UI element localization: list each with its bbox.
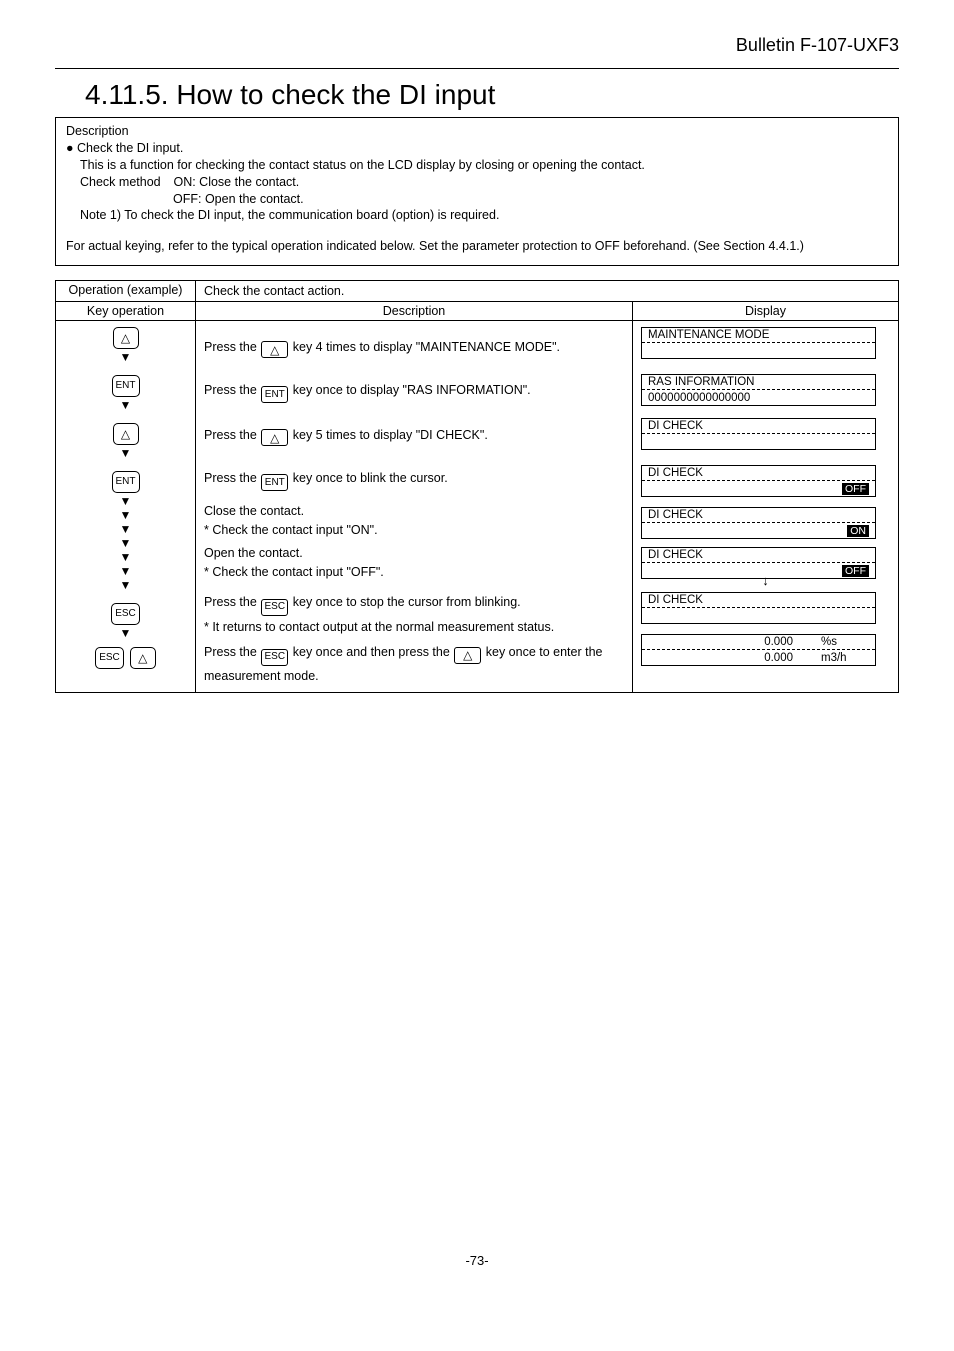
up-key-icon: [113, 327, 139, 349]
ent-key-icon: ENT: [112, 375, 140, 397]
down-caret-icon: ▼: [120, 351, 132, 363]
ops-header-example: Operation (example): [56, 281, 196, 301]
lcd-off-badge: OFF: [842, 483, 869, 496]
up-key-inline-icon: [261, 429, 288, 446]
description-bullet: ● Check the DI input.: [66, 140, 888, 157]
down-caret-icon: ▼: [120, 565, 132, 577]
description-line: This is a function for checking the cont…: [66, 157, 888, 174]
ops-header-keyop: Key operation: [56, 302, 196, 320]
check-method-off: OFF: Open the contact.: [66, 191, 888, 208]
esc-key-icon: ESC: [111, 603, 140, 625]
check-method-on-text: ON: Close the contact.: [173, 175, 299, 189]
esc-key-icon: ESC: [95, 647, 124, 669]
lcd-di-check-on: DI CHECK ON: [641, 507, 876, 539]
lcd-di-check-off: DI CHECK OFF: [641, 547, 876, 579]
display-column: MAINTENANCE MODE RAS INFORMATION 0000000…: [633, 321, 898, 692]
step-8-desc: Press the ESC key once and then press th…: [204, 642, 624, 686]
lcd-ras-information: RAS INFORMATION 0000000000000000: [641, 374, 876, 406]
ops-header-row-1: Operation (example) Check the contact ac…: [56, 281, 898, 302]
page-number: -73-: [55, 1253, 899, 1268]
up-key-inline-icon: [261, 341, 288, 358]
key-operation-column: ▼ ENT ▼ ▼ ENT ▼ ▼ ▼ ▼ ▼ ▼ ▼ ESC ▼: [56, 321, 196, 692]
ops-header-display: Display: [633, 302, 898, 320]
down-caret-icon: ▼: [120, 509, 132, 521]
step-4-desc: Press the ENT key once to blink the curs…: [204, 459, 624, 503]
lcd-on-badge: ON: [847, 525, 869, 538]
step-1-desc: Press the key 4 times to display "MAINTE…: [204, 327, 624, 371]
lcd-di-check: DI CHECK: [641, 418, 876, 450]
operations-table: Operation (example) Check the contact ac…: [55, 280, 899, 693]
down-caret-icon: ▼: [120, 627, 132, 639]
description-column: Press the key 4 times to display "MAINTE…: [196, 321, 633, 692]
ent-key-inline-icon: ENT: [261, 386, 288, 403]
up-key-inline-icon: [454, 647, 481, 664]
down-caret-icon: ▼: [120, 447, 132, 459]
esc-key-inline-icon: ESC: [261, 649, 288, 666]
top-rule: [55, 68, 899, 69]
lcd-di-check-plain: DI CHECK: [641, 592, 876, 624]
check-method-on: Check method ON: Close the contact.: [66, 174, 888, 191]
lcd-off-badge: OFF: [842, 565, 869, 578]
ops-header-check-action: Check the contact action.: [196, 281, 898, 301]
down-caret-icon: ▼: [120, 523, 132, 535]
bulletin-header: Bulletin F-107-UXF3: [55, 35, 899, 56]
up-key-icon: [113, 423, 139, 445]
down-caret-icon: ▼: [120, 495, 132, 507]
description-note: Note 1) To check the DI input, the commu…: [66, 207, 888, 224]
ops-header-description: Description: [196, 302, 633, 320]
step-6-desc: Open the contact. * Check the contact in…: [204, 539, 624, 593]
lcd-maintenance-mode: MAINTENANCE MODE: [641, 327, 876, 359]
check-method-label: Check method: [80, 174, 170, 191]
down-caret-icon: ▼: [120, 399, 132, 411]
ent-key-icon: ENT: [112, 471, 140, 493]
esc-key-inline-icon: ESC: [261, 599, 288, 616]
down-caret-icon: ▼: [120, 579, 132, 591]
step-5-desc: Close the contact. * Check the contact i…: [204, 503, 624, 539]
ops-header-row-2: Key operation Description Display: [56, 302, 898, 321]
description-heading: Description: [66, 123, 888, 140]
description-box: Description ● Check the DI input. This i…: [55, 118, 899, 266]
step-2-desc: Press the ENT key once to display "RAS I…: [204, 371, 624, 415]
ops-body: ▼ ENT ▼ ▼ ENT ▼ ▼ ▼ ▼ ▼ ▼ ▼ ESC ▼: [56, 321, 898, 692]
description-last: For actual keying, refer to the typical …: [66, 238, 888, 255]
up-key-icon: [130, 647, 156, 669]
section-title: 4.11.5. How to check the DI input: [85, 79, 899, 111]
lcd-di-check-off-cursor: DI CHECK OFF: [641, 465, 876, 497]
step-3-desc: Press the key 5 times to display "DI CHE…: [204, 415, 624, 459]
down-caret-icon: ▼: [120, 551, 132, 563]
lcd-measurement: 0.000 %s 0.000 m3/h: [641, 634, 876, 666]
ent-key-inline-icon: ENT: [261, 474, 288, 491]
step-7-desc: Press the ESC key once to stop the curso…: [204, 593, 624, 636]
down-caret-icon: ▼: [120, 537, 132, 549]
